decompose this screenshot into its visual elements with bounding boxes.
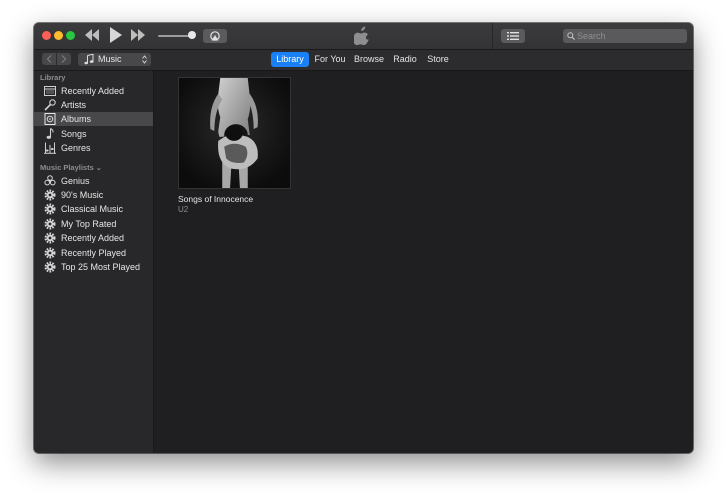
tab-for-you[interactable]: For You [311,52,349,67]
close-window-button[interactable] [42,31,51,40]
genius-icon [44,175,56,186]
forward-button[interactable] [57,53,71,65]
playlists-section-label: Music Playlists [40,163,94,172]
sidebar-item-label: Recently Played [61,248,127,258]
list-icon [507,32,519,40]
up-next-button[interactable] [501,29,525,43]
sidebar-item-label: 90's Music [61,190,104,200]
smart-playlist-gear-icon [44,203,56,215]
sidebar-item-label: Recently Added [61,86,125,96]
media-kind-picker[interactable]: Music [78,53,151,66]
sidebar-item-label: Songs [61,129,87,139]
sidebar-item-label: Artists [61,100,87,110]
volume-knob[interactable] [188,31,196,39]
search-icon [567,32,575,40]
sidebar-item-label: Albums [61,114,92,124]
music-note-icon [46,128,54,139]
sidebar-item-genius[interactable]: Genius [34,174,153,188]
sidebar: Library Recently Added Artists Albums So… [34,71,154,453]
album-artist[interactable]: U2 [178,205,188,214]
playlists-section-title[interactable]: Music Playlists ⌄ [40,163,102,172]
sidebar-item-90s-music[interactable]: 90's Music [34,188,153,202]
fast-forward-icon[interactable] [130,28,146,42]
smart-playlist-gear-icon [44,261,56,273]
sidebar-item-label: My Top Rated [61,219,117,229]
toolbar: Music Library For You Browse Radio Store [34,50,693,71]
sidebar-item-albums[interactable]: Albums [34,112,153,126]
album-icon [44,113,56,125]
chevron-down-icon: ⌄ [95,165,102,172]
sidebar-item-label: Genius [61,176,90,186]
sidebar-item-recently-added-playlist[interactable]: Recently Added [34,231,153,245]
airplay-button[interactable] [203,29,227,43]
sidebar-item-label: Recently Added [61,233,125,243]
sidebar-item-songs[interactable]: Songs [34,127,153,141]
zoom-window-button[interactable] [66,31,75,40]
tab-library[interactable]: Library [271,52,309,67]
media-kind-label: Music [98,54,122,64]
music-note-icon [84,54,94,65]
sidebar-item-recently-played[interactable]: Recently Played [34,246,153,260]
itunes-window: Music Library For You Browse Radio Store… [34,23,693,453]
chevron-updown-icon [142,55,147,64]
sidebar-item-top-25-most-played[interactable]: Top 25 Most Played [34,260,153,274]
sidebar-item-label: Classical Music [61,204,124,214]
library-section-title: Library [40,73,66,82]
album-grid: Songs of Innocence U2 [154,71,693,453]
album-artwork[interactable] [178,77,291,189]
sidebar-item-label: Top 25 Most Played [61,262,141,272]
airplay-icon [210,31,220,41]
tab-store[interactable]: Store [423,52,453,67]
sidebar-item-artists[interactable]: Artists [34,98,153,112]
divider [492,23,493,49]
smart-playlist-gear-icon [44,189,56,201]
search-input[interactable] [577,29,681,43]
sidebar-item-classical-music[interactable]: Classical Music [34,202,153,216]
chevron-right-icon [61,55,67,63]
album-card[interactable]: Songs of Innocence U2 [178,77,292,217]
album-title[interactable]: Songs of Innocence [178,194,253,204]
play-icon[interactable] [109,26,123,44]
search-field[interactable] [563,29,687,43]
chevron-left-icon [46,55,52,63]
smart-playlist-gear-icon [44,232,56,244]
microphone-icon [44,99,56,111]
minimize-window-button[interactable] [54,31,63,40]
sidebar-item-genres[interactable]: Genres [34,141,153,155]
sidebar-item-recently-added[interactable]: Recently Added [34,84,153,98]
smart-playlist-gear-icon [44,247,56,259]
tab-radio[interactable]: Radio [389,52,421,67]
genres-icon [44,142,56,154]
sidebar-item-label: Genres [61,143,91,153]
apple-logo-icon [354,26,369,45]
rewind-icon[interactable] [84,28,100,42]
sidebar-item-my-top-rated[interactable]: My Top Rated [34,217,153,231]
smart-playlist-gear-icon [44,218,56,230]
tab-browse[interactable]: Browse [351,52,387,67]
back-button[interactable] [42,53,56,65]
title-bar [34,23,693,50]
recently-added-icon [44,86,56,96]
